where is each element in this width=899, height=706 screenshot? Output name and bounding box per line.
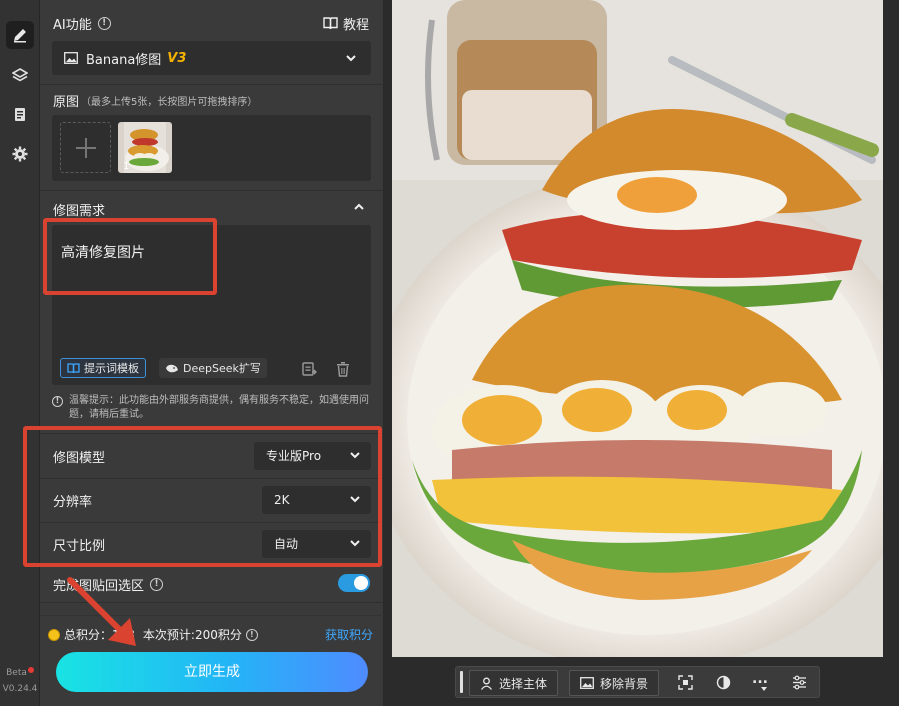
select-subject-label: 选择主体 [499, 676, 548, 691]
model-select[interactable]: Banana修图 V3 [52, 41, 371, 75]
red-arrow-annotation [67, 577, 136, 646]
model-tier-select[interactable]: 专业版Pro [254, 442, 371, 470]
chevron-down-small-icon [761, 687, 767, 691]
add-image-button[interactable] [60, 122, 111, 173]
chevron-up-icon[interactable] [353, 202, 365, 212]
source-upload-area: 1 [52, 115, 371, 181]
rail-settings-button[interactable] [6, 140, 34, 168]
setting-label-model: 修图模型 [53, 451, 106, 466]
pencil-icon [14, 29, 26, 43]
setting-label-resolution: 分辨率 [53, 495, 93, 510]
contrast-icon[interactable] [716, 675, 731, 690]
whale-icon [166, 364, 178, 372]
info-icon[interactable]: ! [97, 17, 111, 30]
image-icon [580, 677, 594, 689]
image-icon [64, 52, 78, 64]
canvas-area: 选择主体 移除背景 ... [385, 0, 899, 706]
gear-icon [12, 146, 28, 162]
paste-icon[interactable] [301, 361, 317, 377]
source-section-title: 原图 （最多上传5张，长按图片可拖拽排序） [53, 91, 257, 110]
rail-edit-button[interactable] [6, 21, 34, 49]
source-hint: （最多上传5张，长按图片可拖拽排序） [81, 97, 258, 108]
thumbnail-index: 1 [123, 161, 130, 172]
rail-layers-button[interactable] [6, 61, 34, 89]
rail-history-button[interactable] [6, 100, 34, 128]
chevron-down-icon [350, 452, 360, 459]
divider [40, 190, 384, 191]
more-options-button[interactable]: ... [752, 671, 768, 687]
setting-row-resolution: 分辨率 2K [40, 478, 384, 522]
book-icon [323, 17, 338, 30]
select-subject-button[interactable]: 选择主体 [469, 670, 559, 696]
prompt-textarea[interactable]: 高清修复图片 提示词模板 DeepSeek扩写 [52, 225, 371, 385]
aspect-ratio-select[interactable]: 自动 [262, 530, 371, 558]
setting-row-model: 修图模型 专业版Pro [40, 434, 384, 478]
ai-section-title: AI功能 ! [53, 14, 111, 33]
layers-icon [12, 68, 28, 82]
resolution-select[interactable]: 2K [262, 486, 371, 514]
coin-icon [48, 628, 60, 641]
estimated-cost: 本次预计:200积分 [142, 628, 242, 642]
source-thumbnail[interactable]: 1 [118, 122, 172, 173]
canvas-toolbar: 选择主体 移除背景 ... [455, 666, 820, 698]
requirements-title: 修图需求 [53, 204, 106, 219]
person-icon [480, 677, 493, 690]
warning-info-icon: ! [52, 396, 63, 407]
model-version-badge: V3 [167, 50, 187, 66]
tutorial-label: 教程 [342, 18, 369, 33]
info-icon[interactable]: ! [245, 628, 258, 641]
ai-title-text: AI功能 [53, 18, 92, 33]
source-title: 原图 [53, 95, 80, 110]
model-tier-value: 专业版Pro [266, 449, 322, 463]
sliders-icon[interactable] [792, 675, 807, 690]
chevron-down-icon [346, 55, 356, 62]
divider [40, 84, 384, 85]
drag-handle[interactable] [460, 671, 463, 693]
sandwich-photo-image [392, 0, 883, 657]
model-name: Banana修图 [86, 52, 162, 68]
beta-dot [27, 667, 34, 673]
setting-row-aspect: 尺寸比例 自动 [40, 522, 384, 566]
info-icon[interactable]: ! [150, 578, 164, 591]
clipboard-icon [15, 108, 25, 121]
setting-label-aspect: 尺寸比例 [53, 539, 106, 554]
crop-focus-icon[interactable] [678, 675, 693, 690]
prompt-template-button[interactable]: 提示词模板 [60, 358, 146, 378]
trash-icon[interactable] [336, 361, 350, 377]
chevron-down-icon [350, 496, 360, 503]
version-label: V0.24.4 [2, 684, 38, 694]
plus-icon [75, 137, 96, 158]
deepseek-expand-button[interactable]: DeepSeek扩写 [159, 358, 267, 378]
remove-background-button[interactable]: 移除背景 [569, 670, 660, 696]
remove-background-label: 移除背景 [600, 676, 649, 691]
requirements-section-title: 修图需求 [53, 200, 105, 219]
prompt-value: 高清修复图片 [61, 245, 145, 261]
tutorial-link[interactable]: 教程 [323, 14, 369, 33]
sandwich-photo[interactable] [392, 0, 883, 657]
paste-back-toggle[interactable] [338, 574, 370, 592]
resolution-value: 2K [274, 493, 290, 507]
beta-label: Beta [0, 667, 40, 680]
notice-text: 温馨提示：此功能由外部服务商提供，偶有服务不稳定，如遇使用问题，请稍后重试。 [69, 395, 369, 420]
generate-button[interactable]: 立即生成 [56, 652, 368, 692]
service-notice: ! 温馨提示：此功能由外部服务商提供，偶有服务不稳定，如遇使用问题，请稍后重试。 [52, 394, 372, 422]
get-credits-link[interactable]: 获取积分 [325, 626, 373, 643]
more-options-label: ... [752, 671, 768, 687]
prompt-template-label: 提示词模板 [84, 362, 139, 375]
book-open-icon [67, 362, 80, 373]
aspect-ratio-value: 自动 [274, 537, 299, 551]
tool-rail: Beta V0.24.4 [0, 0, 40, 706]
deepseek-expand-label: DeepSeek扩写 [183, 362, 261, 375]
chevron-down-icon [350, 540, 360, 547]
